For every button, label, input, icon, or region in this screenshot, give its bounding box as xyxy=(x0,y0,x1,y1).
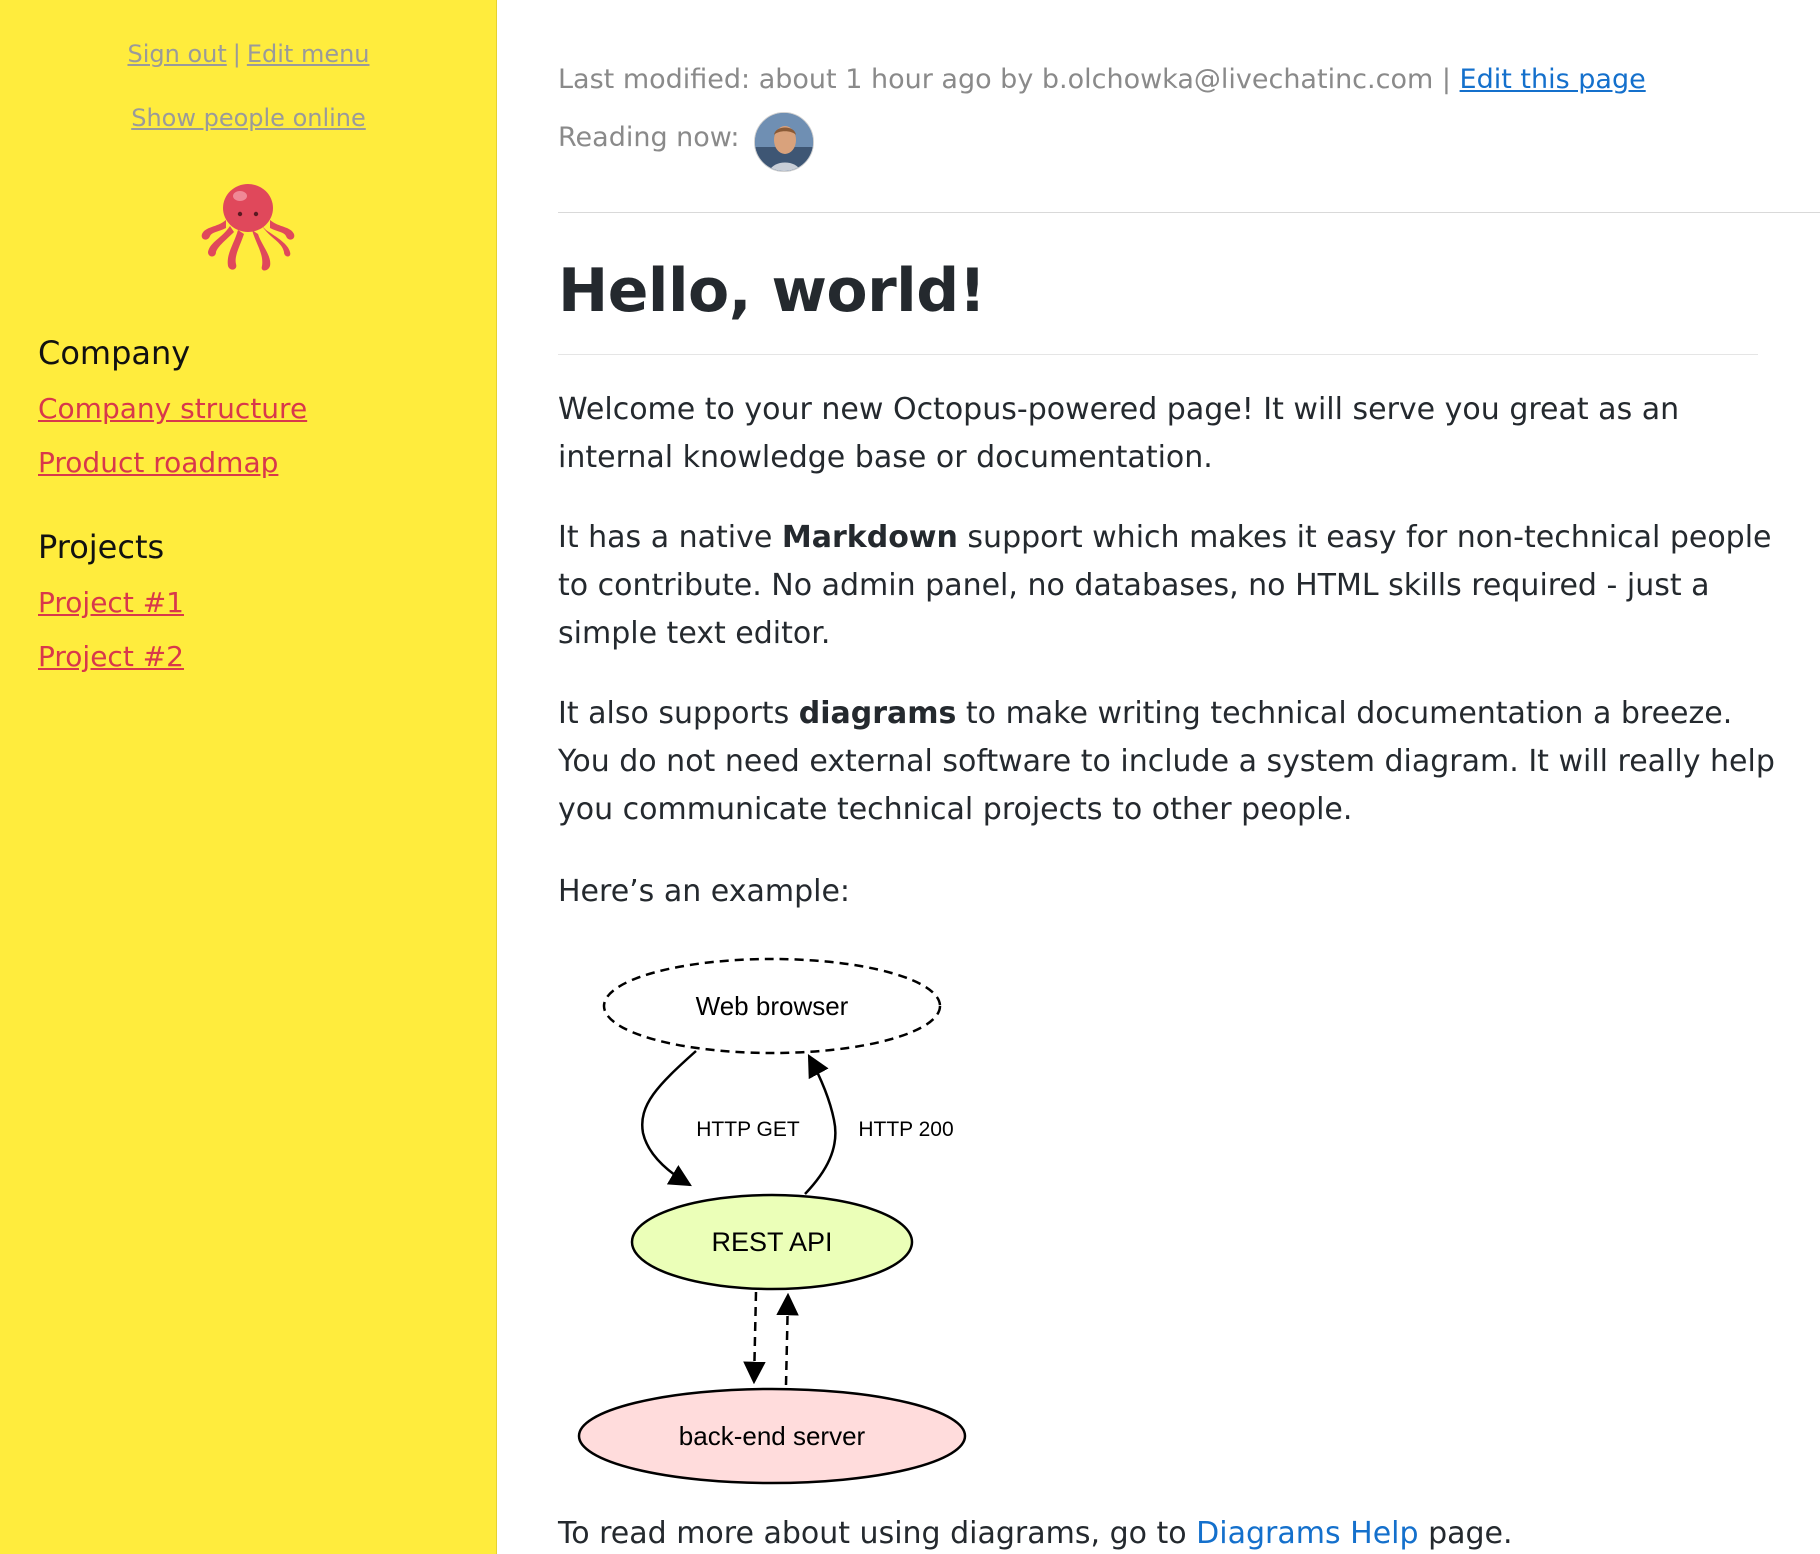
example-intro: Here’s an example: xyxy=(558,874,851,909)
presence-links: Show people online xyxy=(0,104,497,132)
diagrams-text-before: It also supports xyxy=(558,696,799,731)
node-web-browser-label: Web browser xyxy=(696,991,849,1021)
edge-http-200-label: HTTP 200 xyxy=(858,1118,953,1141)
diagrams-help-link[interactable]: Diagrams Help xyxy=(1196,1516,1418,1551)
last-modified-text: Last modified: about 1 hour ago by b.olc… xyxy=(558,64,1451,95)
node-backend-server-label: back-end server xyxy=(679,1421,866,1451)
diagrams-help-paragraph: To read more about using diagrams, go to… xyxy=(558,1510,1778,1554)
sidebar-link-project-2[interactable]: Project #2 xyxy=(38,640,184,673)
sidebar-heading-company: Company xyxy=(38,334,191,372)
reading-now-label: Reading now: xyxy=(558,122,740,153)
last-modified-info: Last modified: about 1 hour ago by b.olc… xyxy=(558,64,1646,95)
help-text-before: To read more about using diagrams, go to xyxy=(558,1516,1197,1551)
page-title: Hello, world! xyxy=(558,256,986,326)
edge-http-200 xyxy=(804,1054,837,1195)
system-diagram: Web browser HTTP GET HTTP 200 REST API b… xyxy=(577,957,967,1485)
sidebar-link-product-roadmap[interactable]: Product roadmap xyxy=(38,446,278,479)
markdown-text-before: It has a native xyxy=(558,520,782,555)
sign-out-link[interactable]: Sign out xyxy=(127,40,226,68)
node-rest-api-label: REST API xyxy=(711,1227,832,1257)
separator: | xyxy=(232,40,241,68)
header-divider xyxy=(558,212,1820,213)
show-people-online-link[interactable]: Show people online xyxy=(131,104,366,132)
edge-backend-to-api xyxy=(776,1292,799,1386)
sidebar-heading-projects: Projects xyxy=(38,528,165,566)
avatar[interactable] xyxy=(754,112,814,172)
edit-menu-link[interactable]: Edit menu xyxy=(247,40,370,68)
edge-http-get xyxy=(641,1050,697,1187)
edge-http-get-label: HTTP GET xyxy=(696,1118,800,1141)
edit-page-link[interactable]: Edit this page xyxy=(1460,64,1646,95)
sidebar-link-company-structure[interactable]: Company structure xyxy=(38,392,307,425)
sidebar-link-project-1[interactable]: Project #1 xyxy=(38,586,184,619)
markdown-paragraph: It has a native Markdown support which m… xyxy=(558,514,1778,658)
intro-paragraph: Welcome to your new Octopus-powered page… xyxy=(558,392,1680,475)
edge-api-to-backend xyxy=(743,1291,766,1385)
markdown-bold: Markdown xyxy=(781,520,958,555)
avatar-image xyxy=(755,113,813,171)
account-links: Sign out | Edit menu xyxy=(0,40,497,68)
diagrams-bold: diagrams xyxy=(798,696,957,731)
page: Sign out | Edit menu Show people online Co… xyxy=(0,0,1820,1554)
sidebar: Sign out | Edit menu Show people online Co… xyxy=(0,0,497,1554)
help-text-after: page. xyxy=(1418,1516,1513,1551)
diagrams-paragraph: It also supports diagrams to make writin… xyxy=(558,690,1778,834)
title-divider xyxy=(558,354,1758,355)
octopus-icon xyxy=(201,184,295,271)
